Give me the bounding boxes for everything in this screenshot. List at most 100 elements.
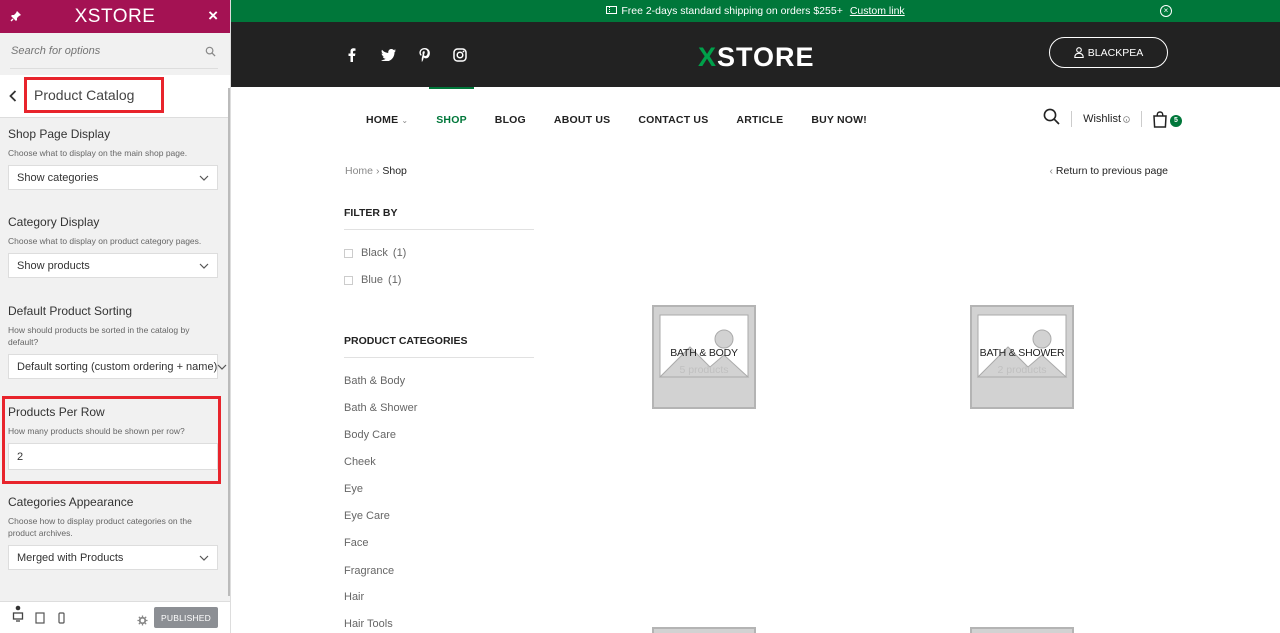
wishlist-label: Wishlist xyxy=(1083,113,1121,125)
option-categories-appearance: Categories Appearance Choose how to disp… xyxy=(8,495,218,570)
category-card[interactable]: Bath & Shower 2 products xyxy=(970,305,1078,413)
option-default-product-sorting: Default Product Sorting How should produ… xyxy=(8,304,227,379)
logo-x: X xyxy=(698,42,718,72)
category-card[interactable]: Bath & Body 5 products xyxy=(652,305,760,413)
publish-button[interactable]: PUBLISHED xyxy=(154,607,218,628)
chevron-down-icon: ⌄ xyxy=(401,115,409,125)
option-description: Choose how to display product categories… xyxy=(8,516,192,538)
close-icon[interactable]: × xyxy=(1160,5,1172,17)
twitter-icon[interactable] xyxy=(380,47,396,63)
panel-header: XSTORE × xyxy=(0,0,230,33)
category-card-partial[interactable] xyxy=(970,627,1074,633)
filter-count: (1) xyxy=(392,247,407,259)
tablet-preview-icon[interactable] xyxy=(35,611,45,629)
default-sorting-select[interactable]: Default sorting (custom ordering + name) xyxy=(8,354,227,379)
products-per-row-input[interactable]: 2 xyxy=(8,443,218,470)
filter-count: (1) xyxy=(388,274,402,286)
category-link[interactable]: Face xyxy=(344,537,368,549)
option-category-display: Category Display Choose what to display … xyxy=(8,215,218,278)
nav-contact-us[interactable]: CONTACT US xyxy=(638,87,708,153)
instagram-icon[interactable] xyxy=(452,47,468,63)
category-link[interactable]: Cheek xyxy=(344,456,376,468)
nav-blog[interactable]: BLOG xyxy=(495,87,526,153)
wishlist-link[interactable]: Wishlist xyxy=(1083,113,1130,125)
category-link[interactable]: Fragrance xyxy=(344,565,394,577)
filter-title: FILTER BY xyxy=(344,207,534,230)
option-description: Choose what to display on product catego… xyxy=(8,236,202,246)
promo-link[interactable]: Custom link xyxy=(850,5,905,17)
logo-text: STORE xyxy=(717,42,815,72)
panel-scrollbar[interactable] xyxy=(228,88,230,596)
breadcrumb: Home › Shop xyxy=(345,165,407,177)
nav-shop[interactable]: SHOP xyxy=(429,87,474,153)
checkbox[interactable] xyxy=(344,275,353,285)
return-label: Return to previous page xyxy=(1055,165,1168,177)
header-tools: Wishlist 5 xyxy=(1043,108,1182,130)
select-value: Show products xyxy=(17,259,90,272)
filter-blue[interactable]: Blue (1) xyxy=(344,274,401,286)
nav-buy-now[interactable]: BUY NOW! xyxy=(811,87,867,153)
category-link[interactable]: Bath & Body xyxy=(344,375,405,387)
main-nav: HOME ⌄ SHOP BLOG ABOUT US CONTACT US ARTI… xyxy=(366,87,895,153)
facebook-icon[interactable] xyxy=(344,47,360,63)
breadcrumb-home[interactable]: Home xyxy=(345,165,373,177)
cart-button[interactable]: 5 xyxy=(1153,110,1182,128)
nav-label: HOME xyxy=(366,114,399,126)
category-card-count: 5 products xyxy=(679,364,729,376)
pin-icon[interactable] xyxy=(10,9,24,23)
chevron-down-icon xyxy=(199,555,209,561)
category-link[interactable]: Hair xyxy=(344,591,364,603)
nav-label: CONTACT US xyxy=(638,114,709,126)
nav-label: ABOUT US xyxy=(553,114,611,126)
category-link[interactable]: Body Care xyxy=(344,429,396,441)
option-label: Category Display xyxy=(8,215,100,229)
category-link[interactable]: Hair Tools xyxy=(344,618,393,630)
section-title: Product Catalog xyxy=(34,87,135,103)
customizer-panel: XSTORE × Product Catalog Shop Page Displ… xyxy=(0,0,231,633)
search-input[interactable] xyxy=(10,33,218,69)
info-icon xyxy=(1123,115,1130,123)
pinterest-icon[interactable] xyxy=(416,47,432,63)
account-button[interactable]: BLACKPEA xyxy=(1049,37,1168,68)
checkbox[interactable] xyxy=(344,248,353,258)
mobile-preview-icon[interactable] xyxy=(58,611,65,629)
site-preview: Free 2-days standard shipping on orders … xyxy=(231,0,1280,633)
category-link[interactable]: Bath & Shower xyxy=(344,402,417,414)
gear-icon[interactable] xyxy=(137,613,148,631)
option-shop-page-display: Shop Page Display Choose what to display… xyxy=(8,127,218,190)
option-products-per-row: Products Per Row How many products shoul… xyxy=(8,405,218,470)
category-link[interactable]: Eye Care xyxy=(344,510,390,522)
account-name: BLACKPEA xyxy=(1087,46,1144,59)
promo-text: Free 2-days standard shipping on orders … xyxy=(621,5,843,17)
site-logo[interactable]: XSTORE xyxy=(698,42,815,73)
user-icon xyxy=(1074,47,1084,58)
search-icon[interactable] xyxy=(1043,108,1060,130)
chevron-down-icon xyxy=(199,263,209,269)
back-arrow-icon[interactable] xyxy=(2,75,24,118)
shop-page-display-select[interactable]: Show categories xyxy=(8,165,218,190)
cart-count-badge: 5 xyxy=(1170,114,1182,127)
filter-black[interactable]: Black (1) xyxy=(344,247,406,259)
options-search xyxy=(10,33,218,69)
panel-logo: XSTORE xyxy=(74,5,156,27)
social-links xyxy=(344,22,468,87)
site-header: XSTORE BLACKPEA xyxy=(231,22,1280,87)
desktop-preview-icon[interactable] xyxy=(12,605,24,630)
shopping-bag-icon xyxy=(1153,110,1167,128)
option-description: How should products be sorted in the cat… xyxy=(8,325,190,347)
divider xyxy=(1071,111,1073,127)
nav-article[interactable]: ARTICLE xyxy=(736,87,783,153)
categories-appearance-select[interactable]: Merged with Products xyxy=(8,545,218,570)
chevron-down-icon xyxy=(217,364,227,370)
category-card-name: Bath & Shower xyxy=(979,347,1065,359)
category-display-select[interactable]: Show products xyxy=(8,253,218,278)
category-link[interactable]: Eye xyxy=(344,483,363,495)
category-card-partial[interactable] xyxy=(652,627,756,633)
nav-home[interactable]: HOME ⌄ xyxy=(366,87,408,153)
divider xyxy=(1141,111,1142,127)
close-icon[interactable]: × xyxy=(208,7,218,25)
nav-about-us[interactable]: ABOUT US xyxy=(554,87,610,153)
return-link[interactable]: ‹ Return to previous page xyxy=(1050,165,1169,177)
select-value: Default sorting (custom ordering + name) xyxy=(17,360,218,373)
option-label: Products Per Row xyxy=(8,405,105,419)
